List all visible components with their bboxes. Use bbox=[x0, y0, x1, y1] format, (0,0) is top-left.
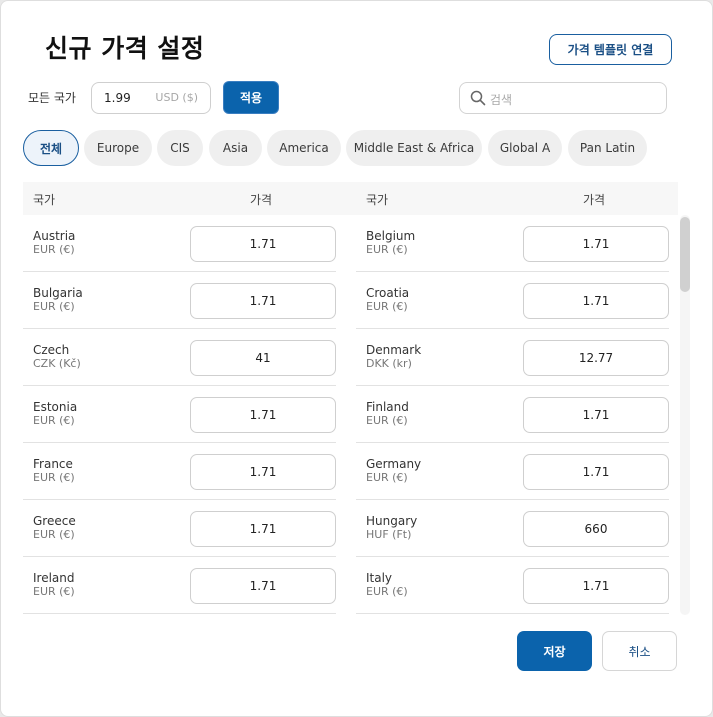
country-name: Greece bbox=[33, 514, 76, 528]
tab-europe[interactable]: Europe bbox=[84, 130, 152, 166]
table-row: Croatia EUR (€) 1.71 bbox=[356, 272, 669, 329]
country-currency: EUR (€) bbox=[366, 471, 408, 484]
country-name: Finland bbox=[366, 400, 409, 414]
tab-pan-latin[interactable]: Pan Latin bbox=[568, 130, 647, 166]
header-country-right: 국가 bbox=[366, 193, 389, 207]
country-name: Belgium bbox=[366, 229, 416, 243]
tab-america[interactable]: America bbox=[267, 130, 341, 166]
country-price-input[interactable]: 1.71 bbox=[190, 511, 336, 547]
base-price-unit: USD ($) bbox=[155, 91, 198, 104]
country-currency: EUR (€) bbox=[366, 585, 408, 598]
tab-asia[interactable]: Asia bbox=[209, 130, 262, 166]
table-row: Austria EUR (€) 1.71 bbox=[23, 215, 336, 272]
country-price-input[interactable]: 1.71 bbox=[190, 454, 336, 490]
country-name: Bulgaria bbox=[33, 286, 83, 300]
country-name: Austria bbox=[33, 229, 76, 243]
country-currency: EUR (€) bbox=[366, 414, 408, 427]
country-price-input[interactable]: 1.71 bbox=[190, 226, 336, 262]
search-input[interactable]: 검색 bbox=[459, 82, 667, 114]
country-name: Ireland bbox=[33, 571, 75, 585]
country-currency: HUF (Ft) bbox=[366, 528, 412, 541]
tab-middle-east-africa[interactable]: Middle East & Africa bbox=[346, 130, 482, 166]
table-row: Ireland EUR (€) 1.71 bbox=[23, 557, 336, 614]
table-row: Czech CZK (Kč) 41 bbox=[23, 329, 336, 386]
country-price-input[interactable]: 41 bbox=[190, 340, 336, 376]
tab-global-a[interactable]: Global A bbox=[488, 130, 562, 166]
country-name: Hungary bbox=[366, 514, 418, 528]
table-row: Estonia EUR (€) 1.71 bbox=[23, 386, 336, 443]
table-row: Italy EUR (€) 1.71 bbox=[356, 557, 669, 614]
country-name: Germany bbox=[366, 457, 422, 471]
header-price-right: 가격 bbox=[583, 193, 606, 207]
header-country-left: 국가 bbox=[33, 193, 56, 207]
base-price-value: 1.99 bbox=[104, 91, 131, 105]
country-price-input[interactable]: 660 bbox=[523, 511, 669, 547]
country-name: Czech bbox=[33, 343, 70, 357]
country-currency: EUR (€) bbox=[366, 300, 408, 313]
country-price-input[interactable]: 1.71 bbox=[190, 283, 336, 319]
country-currency: DKK (kr) bbox=[366, 357, 412, 370]
country-currency: EUR (€) bbox=[33, 528, 75, 541]
table-row: Germany EUR (€) 1.71 bbox=[356, 443, 669, 500]
price-table-body: Austria EUR (€) 1.71 Bulgaria EUR (€) 1.… bbox=[23, 215, 673, 615]
country-name: Estonia bbox=[33, 400, 78, 414]
country-currency: EUR (€) bbox=[33, 243, 75, 256]
country-price-input[interactable]: 1.71 bbox=[190, 397, 336, 433]
search-placeholder: 검색 bbox=[490, 93, 513, 107]
country-name: Italy bbox=[366, 571, 393, 585]
country-price-input[interactable]: 1.71 bbox=[190, 568, 336, 604]
price-setting-dialog: 신규 가격 설정 가격 템플릿 연결 모든 국가 1.99 USD ($) 적용… bbox=[0, 0, 713, 717]
table-row: France EUR (€) 1.71 bbox=[23, 443, 336, 500]
all-countries-label: 모든 국가 bbox=[28, 91, 76, 105]
country-currency: EUR (€) bbox=[33, 471, 75, 484]
country-price-input[interactable]: 1.71 bbox=[523, 454, 669, 490]
dialog-title: 신규 가격 설정 bbox=[45, 34, 205, 63]
country-name: Croatia bbox=[366, 286, 410, 300]
country-price-input[interactable]: 1.71 bbox=[523, 283, 669, 319]
table-row: Bulgaria EUR (€) 1.71 bbox=[23, 272, 336, 329]
country-price-input[interactable]: 1.71 bbox=[523, 397, 669, 433]
apply-button[interactable]: 적용 bbox=[224, 82, 278, 113]
country-price-input[interactable]: 1.71 bbox=[523, 226, 669, 262]
link-price-template-button[interactable]: 가격 템플릿 연결 bbox=[549, 34, 672, 65]
scrollbar-thumb[interactable] bbox=[680, 217, 690, 292]
search-icon bbox=[470, 90, 486, 110]
country-price-input[interactable]: 12.77 bbox=[523, 340, 669, 376]
tab-cis[interactable]: CIS bbox=[157, 130, 203, 166]
table-row: Belgium EUR (€) 1.71 bbox=[356, 215, 669, 272]
table-row: Finland EUR (€) 1.71 bbox=[356, 386, 669, 443]
table-row: Denmark DKK (kr) 12.77 bbox=[356, 329, 669, 386]
table-header: 국가 가격 국가 가격 bbox=[23, 182, 678, 215]
country-name: France bbox=[33, 457, 73, 471]
save-button[interactable]: 저장 bbox=[517, 631, 592, 671]
country-price-input[interactable]: 1.71 bbox=[523, 568, 669, 604]
country-currency: CZK (Kč) bbox=[33, 357, 81, 370]
cancel-button[interactable]: 취소 bbox=[602, 631, 677, 671]
tab-all[interactable]: 전체 bbox=[23, 130, 79, 166]
table-row: Hungary HUF (Ft) 660 bbox=[356, 500, 669, 557]
table-row: Greece EUR (€) 1.71 bbox=[23, 500, 336, 557]
country-name: Denmark bbox=[366, 343, 422, 357]
table-scrollbar[interactable] bbox=[680, 215, 690, 615]
base-price-input[interactable]: 1.99 USD ($) bbox=[91, 82, 211, 114]
country-currency: EUR (€) bbox=[33, 300, 75, 313]
header-price-left: 가격 bbox=[250, 193, 273, 207]
country-currency: EUR (€) bbox=[33, 585, 75, 598]
country-currency: EUR (€) bbox=[33, 414, 75, 427]
country-currency: EUR (€) bbox=[366, 243, 408, 256]
